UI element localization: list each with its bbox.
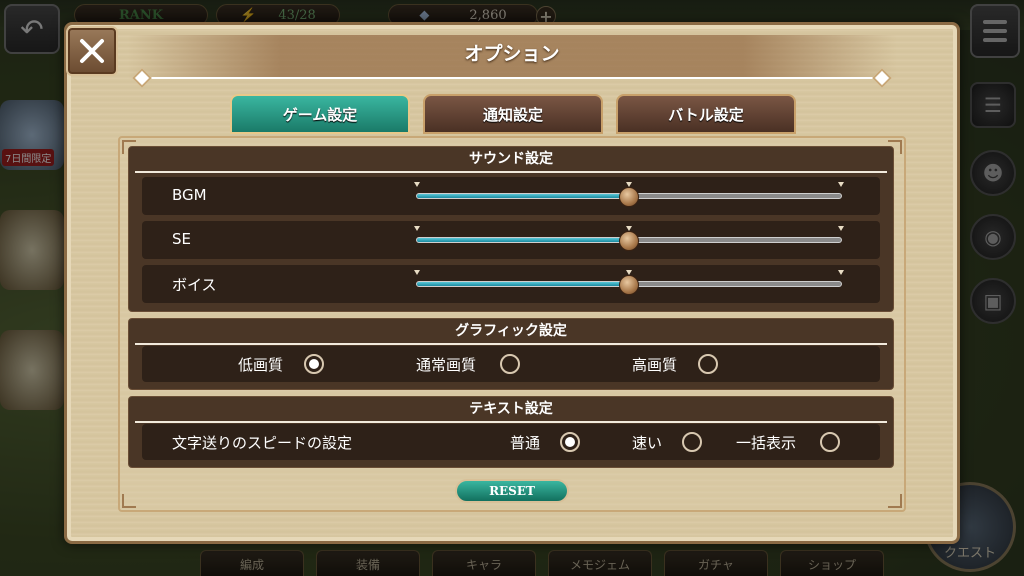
speed-instant-radio[interactable] bbox=[820, 432, 840, 452]
se-slider-fill bbox=[417, 238, 629, 242]
se-slider[interactable] bbox=[414, 226, 844, 251]
sound-heading: サウンド設定 bbox=[469, 151, 553, 167]
speed-fast-label: 速い bbox=[632, 434, 663, 452]
reset-button[interactable]: RESET bbox=[455, 479, 569, 503]
voice-slider-fill bbox=[417, 282, 629, 286]
close-icon bbox=[80, 39, 104, 63]
se-row: SE bbox=[142, 221, 880, 259]
bgm-row: BGM bbox=[142, 177, 880, 215]
voice-slider-knob[interactable] bbox=[619, 275, 639, 295]
low-quality-label: 低画質 bbox=[238, 356, 284, 374]
tab-battle-settings[interactable]: バトル設定 bbox=[616, 94, 796, 134]
speed-fast-radio[interactable] bbox=[682, 432, 702, 452]
voice-slider[interactable] bbox=[414, 270, 844, 295]
page-title: オプション bbox=[464, 43, 560, 65]
high-quality-label: 高画質 bbox=[632, 356, 678, 374]
normal-quality-label: 通常画質 bbox=[416, 356, 477, 374]
speed-normal-radio[interactable] bbox=[560, 432, 580, 452]
text-speed-label: 文字送りのスピードの設定 bbox=[172, 434, 353, 452]
bgm-slider[interactable] bbox=[414, 182, 844, 207]
high-quality-radio[interactable] bbox=[698, 354, 718, 374]
normal-quality-radio[interactable] bbox=[500, 354, 520, 374]
bgm-label: BGM bbox=[172, 186, 207, 204]
tab-notification-settings[interactable]: 通知設定 bbox=[423, 94, 603, 134]
voice-row: ボイス bbox=[142, 265, 880, 303]
graphics-quality-row: 低画質 通常画質 高画質 bbox=[142, 346, 880, 382]
text-heading: テキスト設定 bbox=[469, 401, 553, 417]
bgm-slider-knob[interactable] bbox=[619, 187, 639, 207]
speed-instant-label: 一括表示 bbox=[736, 434, 797, 452]
voice-label: ボイス bbox=[172, 276, 217, 294]
tab-game-settings[interactable]: ゲーム設定 bbox=[230, 94, 410, 134]
speed-normal-label: 普通 bbox=[510, 434, 541, 452]
title-divider bbox=[139, 77, 885, 79]
bgm-slider-fill bbox=[417, 194, 629, 198]
low-quality-radio[interactable] bbox=[304, 354, 324, 374]
text-speed-row: 文字送りのスピードの設定 普通 速い 一括表示 bbox=[142, 424, 880, 460]
close-button[interactable] bbox=[66, 26, 118, 76]
se-label: SE bbox=[172, 230, 191, 248]
graphics-heading: グラフィック設定 bbox=[455, 323, 567, 339]
se-slider-knob[interactable] bbox=[619, 231, 639, 251]
